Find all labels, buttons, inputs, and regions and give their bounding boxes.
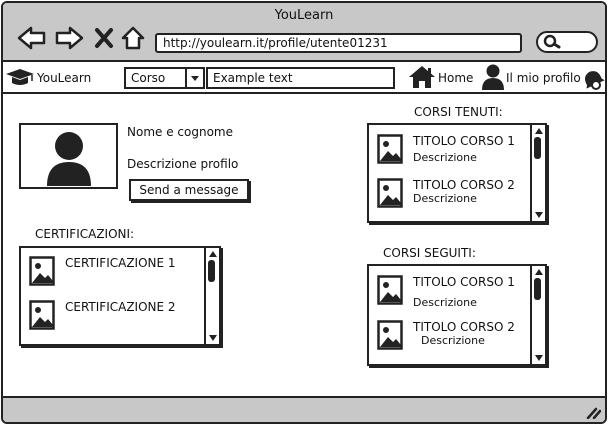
course-title: TITOLO CORSO 1 <box>413 134 515 148</box>
scroll-down-icon[interactable] <box>535 355 543 361</box>
bell-icon[interactable] <box>581 68 605 90</box>
certificazioni-title: CERTIFICAZIONI: <box>35 227 135 241</box>
image-icon <box>29 300 55 330</box>
brand-name[interactable]: YouLearn <box>37 71 91 85</box>
corsi-tenuti-list[interactable]: TITOLO CORSO 1 Descrizione TITOLO CORSO … <box>367 123 547 223</box>
certificazione-label: CERTIFICAZIONE 1 <box>65 256 176 270</box>
course-description: Descrizione <box>421 334 485 347</box>
window-title: YouLearn <box>274 8 334 23</box>
titlebar: YouLearn http://youlearn.it/profile/uten… <box>3 3 605 62</box>
user-avatar-icon <box>47 132 91 186</box>
home-nav-icon[interactable] <box>120 25 146 51</box>
category-select-value: Corso <box>131 71 166 85</box>
profile-description: Descrizione profilo <box>127 157 239 171</box>
graduation-cap-icon <box>6 69 34 85</box>
scroll-down-icon[interactable] <box>209 335 217 341</box>
course-description: Descrizione <box>413 192 477 205</box>
course-description: Descrizione <box>413 296 477 309</box>
scrollbar[interactable] <box>204 248 219 344</box>
home-icon[interactable] <box>407 65 437 89</box>
home-link[interactable]: Home <box>438 71 473 85</box>
image-icon <box>29 256 55 286</box>
image-icon <box>377 320 403 350</box>
site-menubar: YouLearn Corso Example text Home Il mio … <box>3 62 605 94</box>
my-profile-link[interactable]: Il mio profilo <box>506 71 581 85</box>
browser-search-field[interactable] <box>536 31 598 53</box>
status-bar <box>3 396 605 422</box>
course-title: TITOLO CORSO 2 <box>413 320 515 334</box>
scroll-thumb[interactable] <box>208 260 215 282</box>
user-icon[interactable] <box>481 63 505 91</box>
scroll-up-icon[interactable] <box>535 128 543 134</box>
category-select[interactable]: Corso <box>124 67 205 89</box>
image-icon <box>377 178 403 208</box>
scroll-up-icon[interactable] <box>209 251 217 257</box>
corsi-tenuti-title: CORSI TENUTI: <box>414 105 503 119</box>
course-title: TITOLO CORSO 1 <box>413 275 515 289</box>
send-message-button[interactable]: Send a message <box>129 179 249 201</box>
scroll-down-icon[interactable] <box>535 212 543 218</box>
certificazione-label: CERTIFICAZIONE 2 <box>65 300 176 314</box>
resize-grip-icon[interactable] <box>585 405 601 419</box>
scroll-up-icon[interactable] <box>535 269 543 275</box>
scroll-thumb[interactable] <box>534 137 541 159</box>
search-icon <box>543 34 561 49</box>
scroll-thumb[interactable] <box>534 278 541 300</box>
image-icon <box>377 275 403 305</box>
forward-arrow-icon[interactable] <box>54 25 84 51</box>
chevron-down-icon[interactable] <box>185 69 203 87</box>
search-input[interactable]: Example text <box>206 67 395 89</box>
back-arrow-icon[interactable] <box>17 25 47 51</box>
close-icon[interactable] <box>94 27 114 49</box>
browser-window: YouLearn http://youlearn.it/profile/uten… <box>1 1 607 424</box>
url-bar[interactable]: http://youlearn.it/profile/utente01231 <box>155 33 522 53</box>
certificazioni-list[interactable]: CERTIFICAZIONE 1 CERTIFICAZIONE 2 <box>19 246 221 346</box>
profile-name: Nome e cognome <box>127 125 233 139</box>
scrollbar[interactable] <box>530 266 545 364</box>
course-title: TITOLO CORSO 2 <box>413 178 515 192</box>
scrollbar[interactable] <box>530 125 545 221</box>
corsi-seguiti-title: CORSI SEGUITI: <box>383 246 476 260</box>
course-description: Descrizione <box>413 151 477 164</box>
corsi-seguiti-list[interactable]: TITOLO CORSO 1 Descrizione TITOLO CORSO … <box>367 264 547 366</box>
profile-picture <box>19 123 118 189</box>
image-icon <box>377 134 403 164</box>
